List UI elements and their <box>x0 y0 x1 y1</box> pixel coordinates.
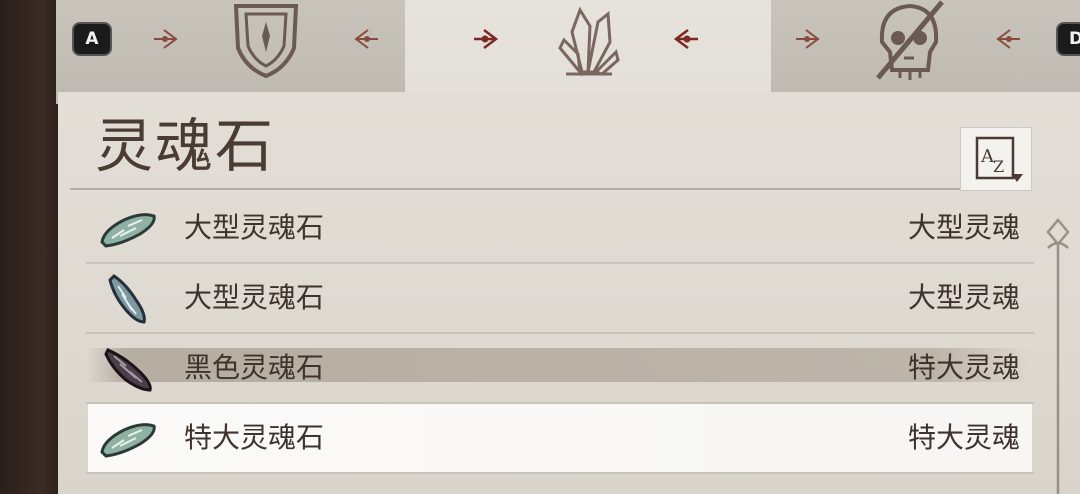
arrow-left-icon <box>673 29 698 49</box>
soul-stone-icon <box>100 213 156 248</box>
list-item[interactable]: 特大灵魂石 特大灵魂 <box>86 404 1034 474</box>
page-title: 灵魂石 <box>95 112 276 180</box>
arrow-left-icon <box>354 29 378 49</box>
soul-stone-icon <box>100 423 156 458</box>
key-hint-left: A <box>74 24 110 54</box>
arrow-right-icon <box>154 29 178 49</box>
item-type: 大型灵魂 <box>907 281 1020 314</box>
skull-icon[interactable] <box>868 0 950 84</box>
item-type: 特大灵魂 <box>907 351 1020 384</box>
list-item[interactable]: 黑色灵魂石 特大灵魂 <box>86 334 1034 404</box>
arrow-right-icon <box>796 29 820 49</box>
arrow-left-icon <box>996 29 1020 49</box>
svg-text:Z: Z <box>993 157 1004 176</box>
title-divider <box>70 188 1032 190</box>
item-type: 特大灵魂 <box>907 421 1020 454</box>
list-item[interactable]: 大型灵魂石 大型灵魂 <box>86 264 1034 334</box>
key-hint-right: D <box>1058 24 1080 54</box>
item-name: 大型灵魂石 <box>184 281 325 314</box>
item-name: 黑色灵魂石 <box>184 351 325 384</box>
sort-az-icon: A Z <box>975 136 1023 182</box>
item-name: 特大灵魂石 <box>184 421 325 454</box>
list-item[interactable]: 大型灵魂石 大型灵魂 <box>86 194 1034 264</box>
shield-crest-icon[interactable] <box>228 0 304 80</box>
item-type: 大型灵魂 <box>907 211 1020 244</box>
crystal-icon[interactable] <box>552 2 624 78</box>
black-soul-stone-icon <box>104 348 152 392</box>
sort-button[interactable]: A Z <box>960 127 1032 191</box>
scrollbar[interactable] <box>1040 218 1076 494</box>
arrow-right-icon <box>474 29 499 49</box>
item-name: 大型灵魂石 <box>184 211 325 244</box>
soul-stone-icon <box>108 274 146 324</box>
